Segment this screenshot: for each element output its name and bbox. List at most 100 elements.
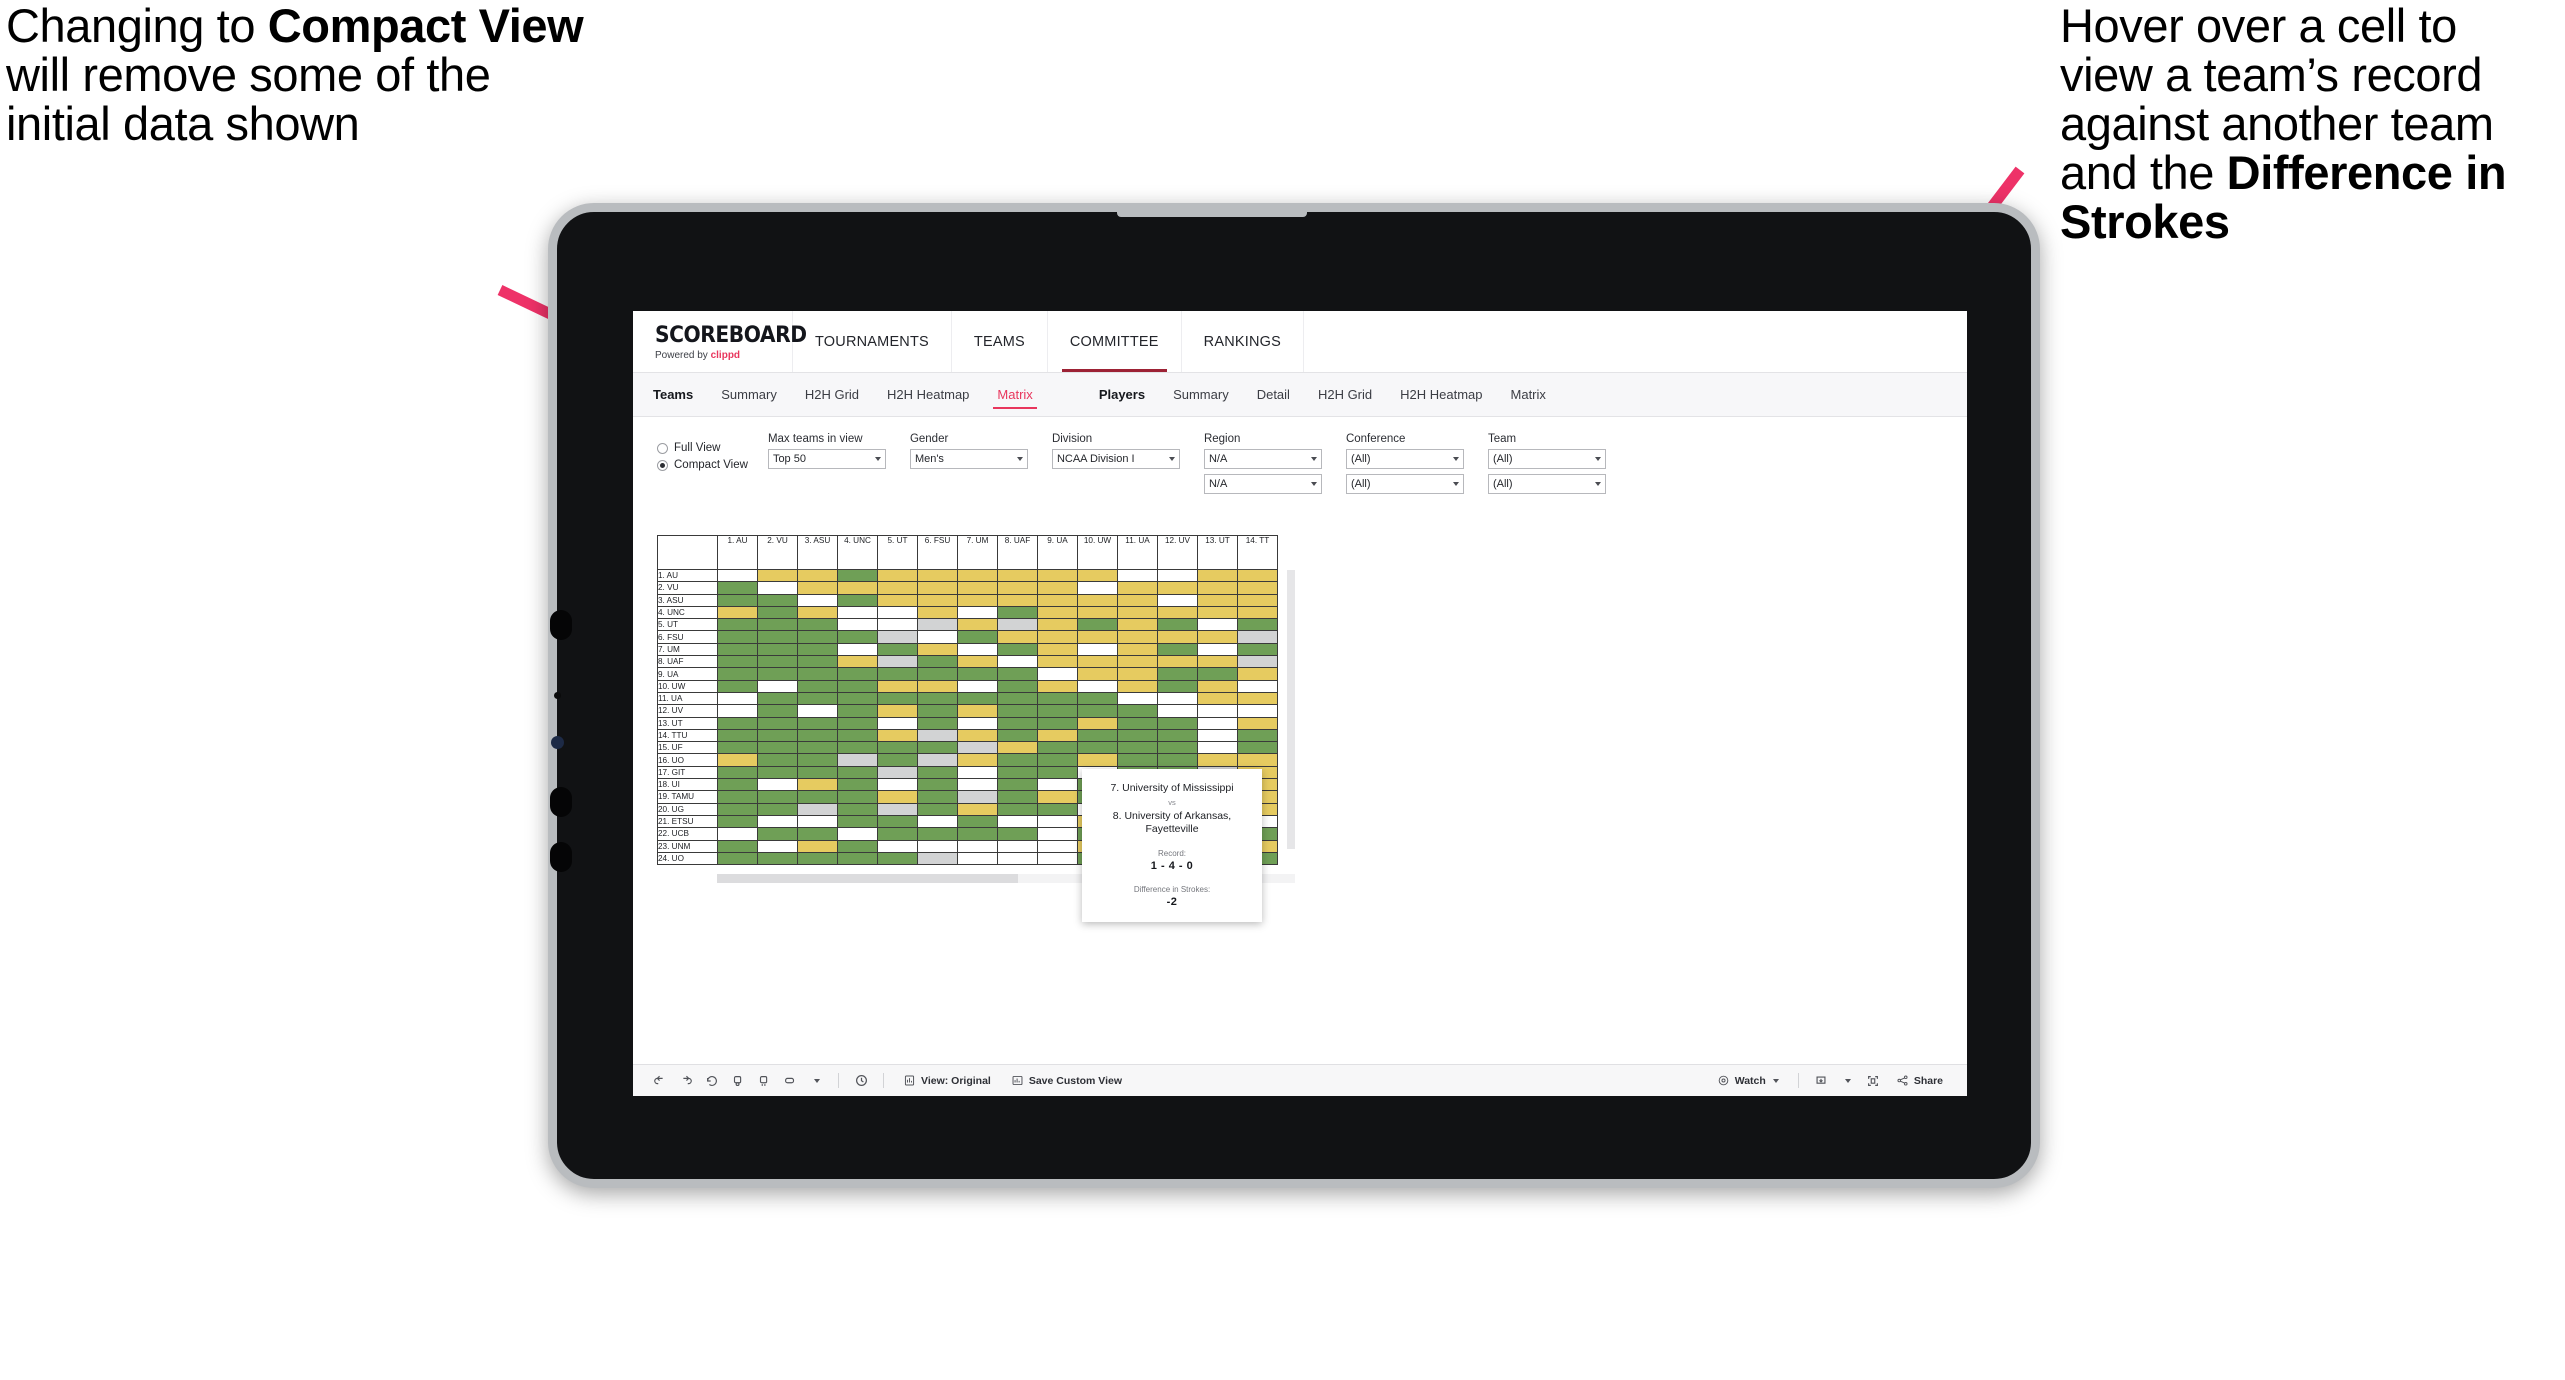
matrix-cell[interactable] xyxy=(1037,790,1078,804)
matrix-cell[interactable] xyxy=(917,568,958,583)
matrix-column-header[interactable]: 10. UW xyxy=(1077,535,1118,570)
matrix-cell[interactable] xyxy=(757,814,798,829)
matrix-row-header[interactable]: 7. UM xyxy=(657,642,718,657)
matrix-column-header[interactable]: 5. UT xyxy=(877,535,918,570)
matrix-cell[interactable] xyxy=(917,802,958,816)
matrix-cell[interactable] xyxy=(757,839,798,853)
matrix-column-header[interactable]: 3. ASU xyxy=(797,535,838,570)
matrix-cell[interactable] xyxy=(917,790,958,804)
matrix-cell[interactable] xyxy=(1237,655,1278,669)
matrix-cell[interactable] xyxy=(957,778,998,792)
matrix-cell[interactable] xyxy=(717,814,758,829)
matrix-cell[interactable] xyxy=(877,568,918,583)
matrix-cell[interactable] xyxy=(1037,691,1078,706)
matrix-cell[interactable] xyxy=(877,728,918,743)
filter-division-select[interactable]: NCAA Division I xyxy=(1051,449,1180,469)
matrix-cell[interactable] xyxy=(837,667,878,681)
matrix-column-header[interactable]: 4. UNC xyxy=(837,535,878,570)
matrix-cell[interactable] xyxy=(797,679,838,693)
matrix-cell[interactable] xyxy=(717,753,758,767)
matrix-cell[interactable] xyxy=(1077,741,1118,755)
matrix-cell[interactable] xyxy=(1037,765,1078,780)
matrix-cell[interactable] xyxy=(917,630,958,644)
matrix-cell[interactable] xyxy=(877,814,918,829)
radio-compact-view[interactable]: Compact View xyxy=(657,459,748,471)
matrix-cell[interactable] xyxy=(957,827,998,841)
matrix-cell[interactable] xyxy=(1037,667,1078,681)
matrix-cell[interactable] xyxy=(1077,618,1118,632)
filter-region-select-1[interactable]: N/A xyxy=(1203,449,1322,469)
matrix-cell[interactable] xyxy=(1037,618,1078,632)
matrix-cell[interactable] xyxy=(797,851,838,866)
matrix-cell[interactable] xyxy=(1117,704,1158,718)
matrix-cell[interactable] xyxy=(797,814,838,829)
matrix-cell[interactable] xyxy=(837,593,878,607)
matrix-cell[interactable] xyxy=(957,593,998,607)
matrix-cell[interactable] xyxy=(957,716,998,730)
matrix-cell[interactable] xyxy=(717,691,758,706)
matrix-row-header[interactable]: 24. UO xyxy=(657,851,718,866)
matrix-cell[interactable] xyxy=(717,765,758,780)
matrix-cell[interactable] xyxy=(957,618,998,632)
matrix-cell[interactable] xyxy=(1037,802,1078,816)
matrix-cell[interactable] xyxy=(877,778,918,792)
matrix-cell[interactable] xyxy=(757,778,798,792)
matrix-cell[interactable] xyxy=(877,741,918,755)
matrix-column-header[interactable]: 1. AU xyxy=(717,535,758,570)
matrix-cell[interactable] xyxy=(997,581,1038,595)
matrix-cell[interactable] xyxy=(1157,605,1198,620)
matrix-cell[interactable] xyxy=(1037,716,1078,730)
matrix-cell[interactable] xyxy=(1237,618,1278,632)
matrix-cell[interactable] xyxy=(837,802,878,816)
matrix-cell[interactable] xyxy=(997,839,1038,853)
matrix-cell[interactable] xyxy=(837,778,878,792)
matrix-cell[interactable] xyxy=(797,691,838,706)
matrix-cell[interactable] xyxy=(1197,655,1238,669)
matrix-cell[interactable] xyxy=(797,839,838,853)
matrix-cell[interactable] xyxy=(997,691,1038,706)
matrix-cell[interactable] xyxy=(1037,839,1078,853)
matrix-cell[interactable] xyxy=(797,704,838,718)
matrix-cell[interactable] xyxy=(1157,741,1198,755)
matrix-cell[interactable] xyxy=(997,605,1038,620)
matrix-cell[interactable] xyxy=(1197,753,1238,767)
matrix-cell[interactable] xyxy=(997,790,1038,804)
matrix-cell[interactable] xyxy=(837,716,878,730)
matrix-cell[interactable] xyxy=(1037,814,1078,829)
matrix-cell[interactable] xyxy=(757,679,798,693)
matrix-row-header[interactable]: 12. UV xyxy=(657,704,718,718)
matrix-cell[interactable] xyxy=(957,605,998,620)
matrix-cell[interactable] xyxy=(837,753,878,767)
horizontal-scrollbar-thumb[interactable] xyxy=(717,874,1018,884)
matrix-cell[interactable] xyxy=(877,679,918,693)
matrix-cell[interactable] xyxy=(1237,753,1278,767)
matrix-row-header[interactable]: 19. TAMU xyxy=(657,790,718,804)
matrix-cell[interactable] xyxy=(1197,667,1238,681)
matrix-cell[interactable] xyxy=(1197,691,1238,706)
matrix-cell[interactable] xyxy=(997,642,1038,657)
matrix-cell[interactable] xyxy=(717,716,758,730)
matrix-cell[interactable] xyxy=(1157,667,1198,681)
matrix-cell[interactable] xyxy=(1157,716,1198,730)
matrix-cell[interactable] xyxy=(997,802,1038,816)
matrix-cell[interactable] xyxy=(917,765,958,780)
matrix-cell[interactable] xyxy=(837,704,878,718)
matrix-row-header[interactable]: 17. GIT xyxy=(657,765,718,780)
matrix-cell[interactable] xyxy=(1197,679,1238,693)
matrix-row-header[interactable]: 9. UA xyxy=(657,667,718,681)
matrix-cell[interactable] xyxy=(957,568,998,583)
matrix-cell[interactable] xyxy=(957,642,998,657)
matrix-cell[interactable] xyxy=(877,802,918,816)
fullscreen-icon[interactable] xyxy=(1860,1069,1886,1093)
matrix-cell[interactable] xyxy=(1077,642,1118,657)
matrix-cell[interactable] xyxy=(917,716,958,730)
matrix-cell[interactable] xyxy=(837,642,878,657)
matrix-cell[interactable] xyxy=(797,778,838,792)
highlight-dropdown-icon[interactable] xyxy=(803,1069,829,1093)
matrix-cell[interactable] xyxy=(1037,593,1078,607)
matrix-cell[interactable] xyxy=(917,839,958,853)
matrix-cell[interactable] xyxy=(997,667,1038,681)
subnav-item-players-h2h-heatmap[interactable]: H2H Heatmap xyxy=(1386,373,1496,416)
matrix-row-header[interactable]: 6. FSU xyxy=(657,630,718,644)
matrix-cell[interactable] xyxy=(1077,655,1118,669)
